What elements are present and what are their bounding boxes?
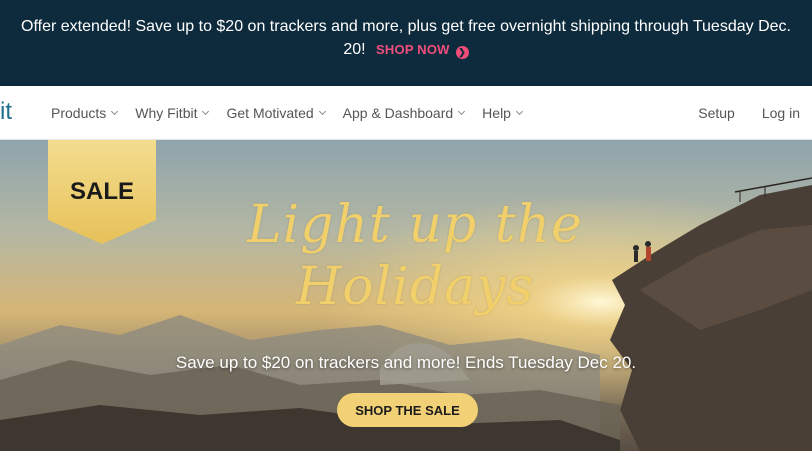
sale-badge: SALE — [48, 140, 156, 244]
shop-now-label: SHOP NOW — [376, 42, 450, 57]
setup-link[interactable]: Setup — [698, 105, 735, 121]
hero-headline: Light up the Holidays — [240, 194, 590, 344]
main-navigation: it Products Why Fitbit Get Motivated App… — [0, 86, 812, 140]
nav-menu: Products Why Fitbit Get Motivated App & … — [51, 86, 540, 140]
chevron-down-icon — [318, 107, 326, 116]
shop-the-sale-button[interactable]: SHOP THE SALE — [337, 393, 478, 427]
promo-text-wrapper: Offer extended! Save up to $20 on tracke… — [11, 15, 801, 61]
chevron-down-icon — [515, 107, 524, 116]
shop-now-link[interactable]: SHOP NOW ❯ — [376, 42, 469, 59]
nav-item-app-dashboard[interactable]: App & Dashboard — [342, 105, 466, 121]
sale-badge-label: SALE — [69, 178, 134, 205]
login-link[interactable]: Log in — [762, 105, 800, 121]
hero-subline: Save up to $20 on trackers and more! End… — [175, 353, 637, 372]
hero-banner: SALE Light up the Holidays Save up to $2… — [0, 140, 812, 451]
nav-item-label: App & Dashboard — [342, 105, 454, 121]
nav-item-label: Help — [482, 105, 511, 121]
nav-item-get-motivated[interactable]: Get Motivated — [226, 105, 326, 121]
nav-item-label: Why Fitbit — [135, 105, 198, 121]
promo-banner: Offer extended! Save up to $20 on tracke… — [0, 0, 812, 86]
chevron-right-circle-icon: ❯ — [455, 46, 469, 59]
headline-line-1: Light up the — [247, 195, 583, 255]
nav-account-links: Setup Log in — [671, 86, 800, 140]
chevron-down-icon — [111, 107, 119, 116]
chevron-down-icon — [458, 107, 466, 116]
nav-item-label: Products — [51, 105, 107, 121]
nav-item-why-fitbit[interactable]: Why Fitbit — [135, 105, 210, 121]
chevron-down-icon — [202, 107, 210, 116]
nav-item-label: Get Motivated — [226, 105, 314, 121]
fitbit-logo[interactable]: it — [0, 98, 12, 126]
nav-item-help[interactable]: Help — [482, 105, 524, 121]
headline-line-2: Holidays — [295, 257, 535, 317]
nav-item-products[interactable]: Products — [51, 105, 119, 121]
